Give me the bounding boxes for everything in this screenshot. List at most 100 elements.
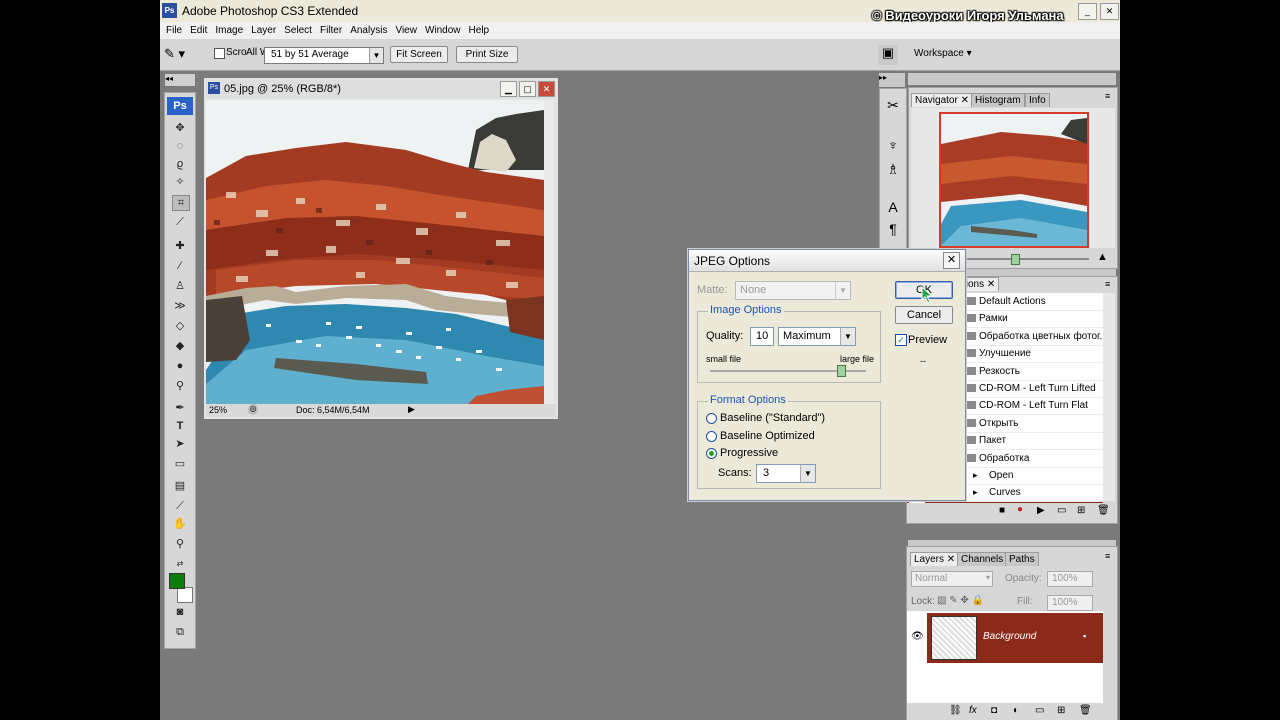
delete-action-icon[interactable]: 🗑 — [1097, 505, 1110, 516]
clone-source-icon[interactable]: ♗ — [884, 161, 902, 179]
navigator-dock-header[interactable] — [908, 73, 1116, 85]
opacity-input[interactable]: 100% — [1047, 571, 1093, 587]
paint-bucket-icon[interactable]: ◆ — [172, 339, 188, 353]
dodge-tool-icon[interactable]: ⚲ — [172, 379, 188, 393]
preview-checkbox[interactable]: ✓ — [895, 334, 907, 346]
brush-tool-icon[interactable]: ⁄ — [172, 259, 188, 273]
eraser-tool-icon[interactable]: ◇ — [172, 319, 188, 333]
toolbox-header[interactable]: ◂◂ — [165, 74, 195, 86]
bridge-icon[interactable]: ▣ — [878, 45, 898, 65]
dialog-close-button[interactable]: ✕ — [943, 252, 960, 269]
tab-histogram[interactable]: Histogram — [971, 93, 1025, 107]
doc-maximize-button[interactable]: ▢ — [519, 81, 536, 97]
move-tool-icon[interactable]: ✥ — [172, 121, 188, 135]
doc-close-button[interactable]: ✕ — [538, 81, 555, 97]
eyedropper-icon[interactable]: ✎ ▾ — [164, 46, 190, 64]
quality-input[interactable]: 10 — [750, 327, 774, 346]
tab-info[interactable]: Info — [1025, 93, 1050, 107]
eyedropper-tool-icon[interactable]: ⟋ — [172, 215, 188, 229]
matte-select[interactable]: None ▼ — [735, 281, 851, 300]
new-group-icon[interactable]: ▭ — [1035, 705, 1044, 716]
zoom-readout[interactable]: 25% — [209, 405, 227, 415]
fx-icon[interactable]: fx — [969, 705, 977, 716]
dialog-title-bar[interactable]: JPEG Options ✕ — [689, 250, 965, 272]
radio-progressive[interactable] — [706, 448, 717, 459]
menu-help[interactable]: Help — [469, 25, 490, 36]
document-canvas[interactable] — [206, 100, 544, 404]
adjustment-layer-icon[interactable]: ◐ — [1013, 705, 1019, 716]
fill-input[interactable]: 100% — [1047, 595, 1093, 611]
delete-layer-icon[interactable]: 🗑 — [1079, 705, 1092, 716]
layer-row-background[interactable]: Background ▪ — [927, 613, 1103, 663]
foreground-color-swatch[interactable] — [169, 573, 185, 589]
healing-brush-icon[interactable]: ✚ — [172, 239, 188, 253]
tab-navigator[interactable]: Navigator ✕ — [911, 93, 973, 107]
quick-mask-icon[interactable]: ◙ — [172, 605, 188, 619]
workspace-menu[interactable]: Workspace ▾ — [914, 48, 972, 59]
menu-select[interactable]: Select — [284, 25, 312, 36]
shape-tool-icon[interactable]: ▭ — [172, 457, 188, 471]
measure-eyedropper-icon[interactable]: ⟋ — [172, 499, 188, 513]
quality-preset-select[interactable]: Maximum ▼ — [778, 327, 856, 346]
lasso-tool-icon[interactable]: ϱ — [172, 157, 188, 171]
character-icon[interactable]: A — [884, 199, 902, 217]
print-size-button[interactable]: Print Size — [456, 46, 518, 63]
hand-tool-icon[interactable]: ✋ — [172, 517, 188, 531]
expand-arrow-icon[interactable]: ▸ — [973, 467, 978, 484]
zoom-tool-icon[interactable]: ⚲ — [172, 537, 188, 551]
menu-edit[interactable]: Edit — [190, 25, 207, 36]
new-layer-icon[interactable]: ⊞ — [1057, 705, 1065, 716]
blend-mode-select[interactable]: Normal ▾ — [911, 571, 993, 587]
minimize-button[interactable]: _ — [1078, 3, 1097, 20]
expand-arrow-icon[interactable]: ▸ — [973, 484, 978, 501]
tool-presets-icon[interactable]: ✂ — [884, 97, 902, 115]
marquee-tool-icon[interactable]: ◌ — [172, 139, 188, 153]
fit-screen-button[interactable]: Fit Screen — [390, 46, 448, 63]
record-icon[interactable]: ● — [1017, 504, 1023, 515]
paragraph-icon[interactable]: ¶ — [884, 221, 902, 239]
dock-collapse-button[interactable]: ▸▸ — [879, 73, 905, 87]
document-title-bar[interactable]: Ps 05.jpg @ 25% (RGB/8*) ▁ ▢ ✕ — [206, 80, 556, 98]
swap-colors-icon[interactable]: ⇄ — [172, 557, 188, 571]
stop-icon[interactable]: ■ — [999, 505, 1005, 516]
cancel-button[interactable]: Cancel — [895, 306, 953, 324]
tab-layers[interactable]: Layers ✕ — [910, 552, 960, 566]
quality-slider[interactable] — [710, 365, 866, 377]
menu-window[interactable]: Window — [425, 25, 461, 36]
status-info-icon[interactable]: ◎ — [248, 404, 258, 415]
vertical-scrollbar[interactable] — [544, 100, 554, 404]
radio-baseline-optimized[interactable] — [706, 431, 717, 442]
tab-channels[interactable]: Channels — [957, 552, 1008, 566]
add-mask-icon[interactable]: ◘ — [991, 705, 997, 716]
zoom-slider-thumb[interactable] — [1011, 254, 1020, 265]
screen-mode-icon[interactable]: ⧉ — [172, 625, 188, 639]
brushes-icon[interactable]: ♆ — [884, 137, 902, 155]
new-set-icon[interactable]: ▭ — [1057, 505, 1066, 516]
magic-wand-icon[interactable]: ✧ — [172, 175, 188, 189]
visibility-eye-icon[interactable]: 👁 — [911, 631, 924, 642]
navigator-proxy-view[interactable] — [939, 112, 1089, 248]
scroll-all-checkbox[interactable] — [214, 48, 225, 59]
history-brush-icon[interactable]: ≫ — [172, 299, 188, 313]
notes-tool-icon[interactable]: ▤ — [172, 479, 188, 493]
sample-size-select[interactable]: 51 by 51 Average ▼ — [264, 47, 384, 64]
close-window-button[interactable]: ✕ — [1100, 3, 1119, 20]
zoom-in-icon[interactable]: ▲ — [1097, 251, 1108, 263]
pen-tool-icon[interactable]: ✒ — [172, 401, 188, 415]
path-selection-icon[interactable]: ➤ — [172, 437, 188, 451]
layers-menu-icon[interactable]: ≡ — [1105, 551, 1110, 561]
menu-view[interactable]: View — [395, 25, 417, 36]
blur-tool-icon[interactable]: ● — [172, 359, 188, 373]
quality-slider-thumb[interactable] — [837, 365, 846, 377]
new-action-icon[interactable]: ⊞ — [1077, 505, 1085, 516]
menu-file[interactable]: File — [166, 25, 182, 36]
actions-scrollbar[interactable] — [1103, 293, 1115, 501]
menu-filter[interactable]: Filter — [320, 25, 342, 36]
play-icon[interactable]: ▶ — [1037, 505, 1045, 516]
doc-minimize-button[interactable]: ▁ — [500, 81, 517, 97]
crop-tool-icon[interactable]: ⌗ — [172, 195, 190, 211]
menu-layer[interactable]: Layer — [251, 25, 276, 36]
tab-paths[interactable]: Paths — [1005, 552, 1039, 566]
menu-image[interactable]: Image — [215, 25, 243, 36]
menu-analysis[interactable]: Analysis — [350, 25, 387, 36]
